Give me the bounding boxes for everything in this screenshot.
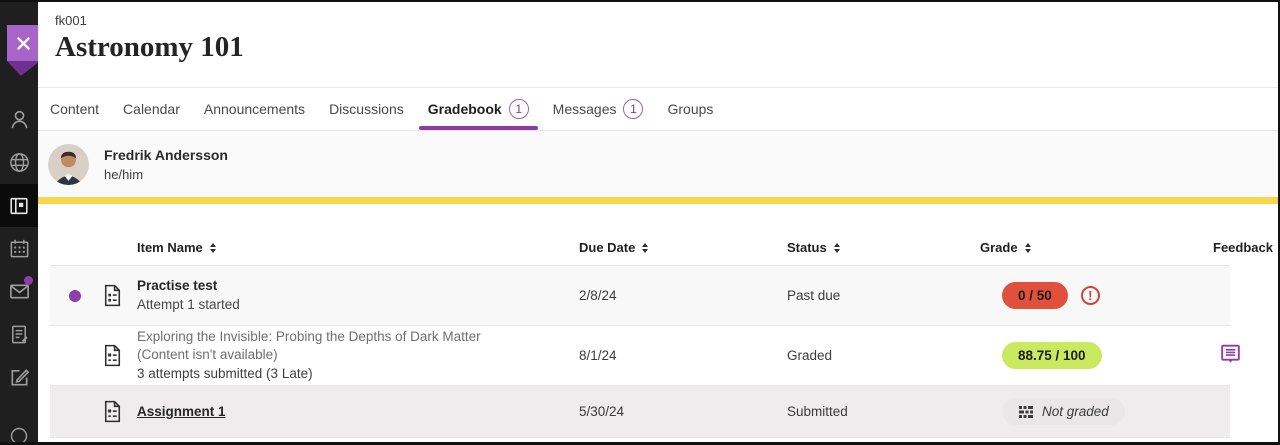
test-document-icon bbox=[100, 283, 125, 308]
ribbon-fold bbox=[7, 61, 38, 76]
close-course-button[interactable] bbox=[7, 25, 38, 61]
unread-indicator-dot bbox=[69, 290, 81, 302]
item-title: Exploring the Invisible: Probing the Dep… bbox=[137, 329, 481, 344]
profile-icon bbox=[8, 108, 31, 131]
column-label: Status bbox=[787, 240, 827, 255]
tab-label: Messages bbox=[553, 101, 617, 117]
gradebook-table: Item Name Due Date Status Grade bbox=[50, 230, 1230, 438]
grade-text: Not graded bbox=[1042, 404, 1109, 419]
tab-label: Groups bbox=[667, 101, 713, 117]
course-header: fk001 Astronomy 101 bbox=[38, 2, 1278, 88]
global-sidebar bbox=[0, 2, 38, 442]
course-panel: fk001 Astronomy 101 Content Calendar Ann… bbox=[38, 2, 1278, 442]
column-label: Due Date bbox=[579, 240, 635, 255]
column-label: Grade bbox=[980, 240, 1018, 255]
sort-icon bbox=[1025, 243, 1031, 253]
tab-content[interactable]: Content bbox=[38, 88, 111, 130]
tab-messages[interactable]: Messages 1 bbox=[541, 88, 656, 130]
tab-calendar[interactable]: Calendar bbox=[111, 88, 192, 130]
column-header-grade[interactable]: Grade bbox=[930, 240, 1163, 255]
close-icon bbox=[16, 36, 31, 51]
grade-pill[interactable]: 0 / 50 bbox=[1002, 282, 1068, 309]
course-code: fk001 bbox=[55, 13, 1278, 28]
sidebar-item-messages[interactable] bbox=[0, 270, 38, 313]
grading-grid-icon bbox=[1018, 404, 1034, 420]
feedback-button[interactable] bbox=[1218, 342, 1243, 367]
sidebar-item-calendar[interactable] bbox=[0, 227, 38, 270]
sort-icon bbox=[210, 243, 216, 253]
sidebar-item-grades[interactable] bbox=[0, 313, 38, 356]
grades-icon bbox=[8, 323, 31, 346]
grade-pill-not-graded[interactable]: Not graded bbox=[1002, 398, 1125, 425]
tab-label: Discussions bbox=[329, 101, 404, 117]
item-availability-note: (Content isn't available) bbox=[137, 346, 529, 364]
messages-count-badge: 1 bbox=[623, 99, 643, 119]
column-label: Item Name bbox=[137, 240, 203, 255]
status-text: Graded bbox=[737, 348, 930, 363]
column-header-status[interactable]: Status bbox=[737, 240, 930, 255]
sidebar-item-help[interactable] bbox=[9, 426, 29, 442]
tab-discussions[interactable]: Discussions bbox=[317, 88, 416, 130]
feedback-comment-icon bbox=[1218, 342, 1243, 367]
gradebook-content: Item Name Due Date Status Grade bbox=[38, 204, 1278, 442]
student-pronouns: he/him bbox=[104, 167, 228, 182]
course-tabbar: Content Calendar Announcements Discussio… bbox=[38, 88, 1278, 131]
student-banner: Fredrik Andersson he/him bbox=[38, 131, 1278, 197]
notification-dot bbox=[24, 276, 33, 285]
due-date: 8/1/24 bbox=[529, 348, 737, 363]
tab-groups[interactable]: Groups bbox=[655, 88, 725, 130]
gradebook-header-row: Item Name Due Date Status Grade bbox=[50, 230, 1230, 266]
tab-announcements[interactable]: Announcements bbox=[192, 88, 317, 130]
tab-label: Calendar bbox=[123, 101, 180, 117]
sidebar-item-courses[interactable] bbox=[0, 184, 38, 227]
due-date: 2/8/24 bbox=[529, 288, 737, 303]
item-name-link[interactable]: Practise test bbox=[137, 277, 529, 295]
tab-label: Gradebook bbox=[428, 101, 502, 117]
sort-icon bbox=[834, 243, 840, 253]
warning-icon bbox=[1081, 286, 1100, 305]
column-header-item-name[interactable]: Item Name bbox=[137, 240, 529, 255]
calendar-icon bbox=[8, 237, 31, 260]
courses-icon bbox=[8, 195, 30, 217]
avatar bbox=[48, 144, 89, 185]
table-row-assignment-1[interactable]: Assignment 1 5/30/24 Submitted Not grade… bbox=[50, 386, 1230, 438]
item-name-link[interactable]: Assignment 1 bbox=[137, 403, 529, 421]
gradebook-count-badge: 1 bbox=[509, 99, 529, 119]
globe-icon bbox=[8, 151, 31, 174]
course-title: Astronomy 101 bbox=[55, 31, 1278, 64]
status-text: Past due bbox=[737, 288, 930, 303]
status-text: Submitted bbox=[737, 404, 930, 419]
column-header-feedback[interactable]: Feedback bbox=[1163, 240, 1280, 255]
item-attempt-status: 3 attempts submitted (3 Late) bbox=[137, 365, 529, 383]
tab-label: Content bbox=[50, 101, 99, 117]
sidebar-nav bbox=[0, 98, 38, 399]
due-date: 5/30/24 bbox=[529, 404, 737, 419]
assignment-document-icon bbox=[100, 399, 125, 424]
help-icon bbox=[9, 426, 29, 442]
sidebar-item-institution[interactable] bbox=[0, 141, 38, 184]
column-label: Feedback bbox=[1213, 240, 1273, 255]
student-name: Fredrik Andersson bbox=[104, 147, 228, 163]
app-window: fk001 Astronomy 101 Content Calendar Ann… bbox=[0, 0, 1280, 445]
tab-label: Announcements bbox=[204, 101, 305, 117]
grade-pill[interactable]: 88.75 / 100 bbox=[1002, 342, 1102, 369]
sort-icon bbox=[642, 243, 648, 253]
item-attempt-status: Attempt 1 started bbox=[137, 296, 529, 314]
sidebar-item-profile[interactable] bbox=[0, 98, 38, 141]
tab-gradebook[interactable]: Gradebook 1 bbox=[416, 88, 541, 130]
table-row-dark-matter[interactable]: Exploring the Invisible: Probing the Dep… bbox=[50, 326, 1230, 386]
assignment-document-icon bbox=[100, 343, 125, 368]
table-row-practise-test[interactable]: Practise test Attempt 1 started 2/8/24 P… bbox=[50, 266, 1230, 326]
column-header-due-date[interactable]: Due Date bbox=[529, 240, 737, 255]
sidebar-item-compose[interactable] bbox=[0, 356, 38, 399]
item-name-unavailable: Exploring the Invisible: Probing the Dep… bbox=[137, 328, 529, 364]
compose-icon bbox=[8, 366, 31, 389]
accent-divider bbox=[38, 197, 1278, 204]
